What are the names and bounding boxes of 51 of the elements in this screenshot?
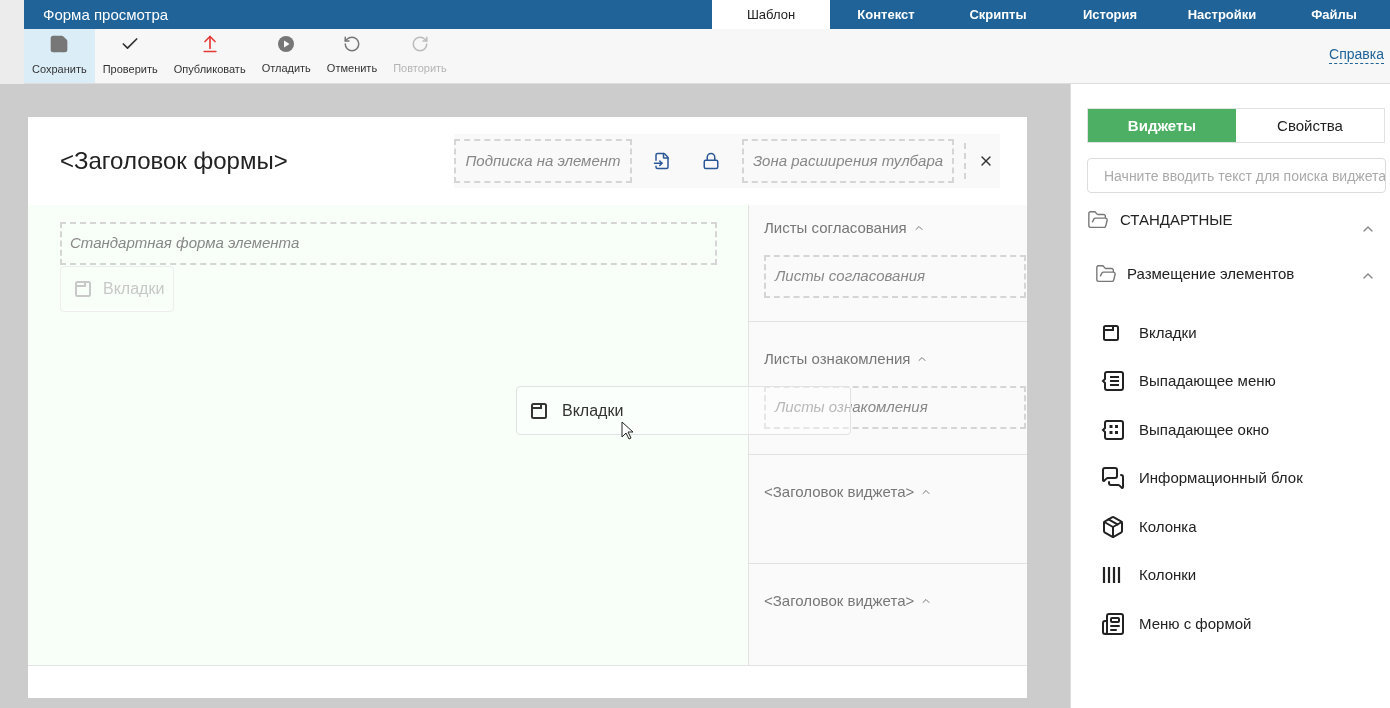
tab-icon — [73, 279, 93, 299]
tree-group-label[interactable]: СТАНДАРТНЫЕ — [1120, 209, 1233, 232]
play-icon — [277, 35, 296, 54]
section-title: <Заголовок виджета> — [764, 591, 915, 611]
redo-icon — [410, 35, 429, 54]
widget-item[interactable]: Информационный блок — [1087, 454, 1386, 503]
folder-icon — [1087, 209, 1109, 231]
save-icon — [49, 34, 70, 55]
widget-item[interactable]: Выпадающее окно — [1087, 405, 1386, 454]
lock-icon[interactable] — [702, 152, 720, 170]
undo-icon — [343, 35, 361, 54]
newspaper-icon — [1101, 611, 1125, 636]
tree-group-label[interactable]: Размещение элементов — [1127, 263, 1295, 286]
tab[interactable]: Настройки — [1166, 0, 1278, 29]
section-title: Листы ознакомления — [764, 349, 911, 369]
tab[interactable]: Скрипты — [942, 0, 1054, 29]
widget-item[interactable]: Выпадающее меню — [1087, 357, 1386, 406]
tab[interactable]: Файлы — [1278, 0, 1390, 29]
box-icon — [1101, 514, 1125, 539]
tab-icon — [1101, 322, 1121, 343]
app-title: Форма просмотра — [42, 5, 170, 25]
widget-item[interactable]: Колонки — [1087, 551, 1386, 600]
widget-item[interactable]: Колонка — [1087, 502, 1386, 551]
folder-icon — [1095, 263, 1117, 285]
section-title: <Заголовок виджета> — [764, 482, 915, 502]
subscription-zone: Подписка на элемент — [454, 139, 632, 183]
form-title: <Заголовок формы> — [60, 146, 289, 176]
toolbar-button[interactable]: Проверить — [94, 29, 166, 83]
tab[interactable]: Контекст — [830, 0, 942, 29]
document-arrow-icon[interactable] — [653, 152, 671, 170]
toolbar-button[interactable]: Сохранить — [24, 29, 95, 83]
tab[interactable]: Шаблон — [712, 0, 830, 29]
list-bubble-icon — [1101, 370, 1125, 393]
tab-icon — [529, 400, 549, 421]
widget-item[interactable]: Меню с формой — [1087, 599, 1386, 648]
toolbar-button[interactable]: Отменить — [318, 29, 386, 83]
dragged-widget-label: Вкладки — [562, 400, 624, 421]
cursor-icon — [621, 421, 635, 441]
section-drop-zone: Листы согласования — [764, 254, 1026, 298]
section-drop-zone: Листы ознакомления — [764, 385, 1026, 429]
chat-bubbles-icon — [1101, 466, 1125, 491]
grid-bubble-icon — [1101, 418, 1125, 441]
main-form-zone: Стандартная форма элемента — [60, 222, 717, 265]
vertical-bars-icon — [1101, 566, 1121, 585]
tab[interactable]: История — [1054, 0, 1166, 29]
widget-item[interactable]: Вкладки — [1087, 308, 1386, 357]
toolbar-button[interactable]: Опубликовать — [165, 29, 254, 83]
toolbar-button[interactable]: Отладить — [253, 29, 319, 83]
section-title: Листы согласования — [764, 218, 907, 238]
toolbar-extension-zone: Зона расширения тулбара — [742, 139, 954, 183]
help-link[interactable]: Справка — [1329, 45, 1384, 64]
